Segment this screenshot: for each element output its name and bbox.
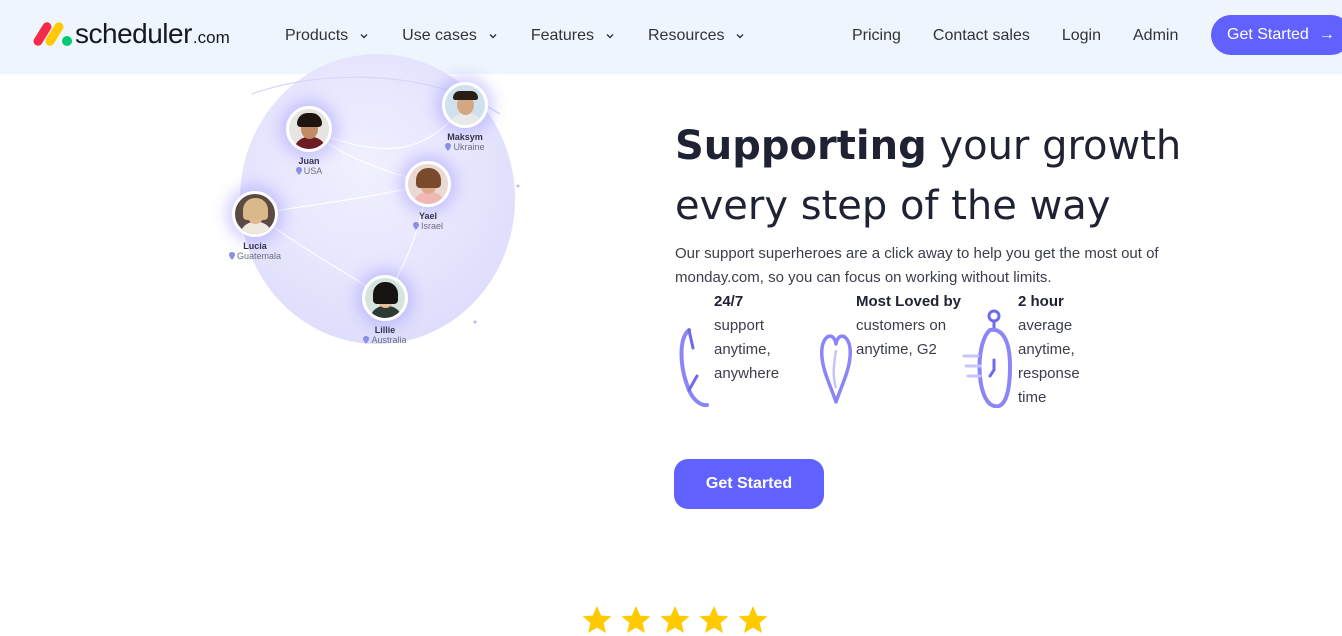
top-navbar: scheduler .com Products Use cases Featur… (0, 0, 1342, 74)
pricing-link[interactable]: Pricing (852, 24, 901, 48)
hero-heading-rest: your growth (926, 123, 1182, 169)
team-member-lucia: Lucia Guatemala (210, 191, 300, 261)
hero-get-started-button[interactable]: Get Started (674, 459, 824, 509)
team-member-lillie: Lillie Australia (340, 275, 430, 345)
brand-suffix: .com (192, 28, 230, 47)
nav-use-cases[interactable]: Use cases (402, 24, 497, 48)
phone-icon (679, 328, 709, 408)
avatar (442, 82, 488, 128)
feature-title: Most Loved by (856, 293, 962, 310)
location-pin-icon (445, 143, 452, 151)
chevron-down-icon (489, 34, 497, 39)
team-member-yael: Yael Israel (383, 161, 473, 231)
star-icon (582, 606, 612, 633)
nav-products[interactable]: Products (285, 24, 368, 48)
feature-text: 24/7 support anytime, anywhere (714, 290, 794, 386)
team-member-location: Australia (340, 335, 430, 345)
star-icon (699, 606, 729, 633)
location-pin-icon (412, 222, 419, 230)
heart-icon (820, 334, 852, 404)
hero-description: Our support superheroes are a click away… (675, 245, 1159, 286)
chevron-down-icon (360, 34, 368, 39)
feature-text: Most Loved by customers on anytime, G2 (856, 290, 964, 362)
team-member-location: USA (264, 166, 354, 176)
nav-resources-label: Resources (647, 27, 725, 44)
feature-desc: customers on anytime, G2 (856, 317, 947, 358)
team-member-juan: Juan USA (264, 106, 354, 176)
team-member-location: Israel (383, 221, 473, 231)
nav-get-started-button[interactable]: Get Started → (1211, 15, 1342, 55)
avatar (405, 161, 451, 207)
brand-logo[interactable]: scheduler .com (31, 17, 230, 51)
star-icon (660, 606, 690, 633)
location-pin-icon (228, 252, 235, 260)
nav-features-label: Features (530, 27, 594, 44)
logo-mark-icon (31, 19, 73, 49)
admin-link[interactable]: Admin (1133, 24, 1178, 48)
star-icon (738, 606, 768, 633)
arrow-right-icon: → (1318, 26, 1335, 43)
support-team-globe: Maksym Ukraine Juan USA Yael Israel Luci… (200, 54, 530, 364)
team-member-name: Lucia (243, 241, 267, 251)
location-pin-icon (295, 167, 302, 175)
team-member-name: Maksym (447, 132, 483, 142)
nav-use-cases-label: Use cases (402, 27, 477, 44)
star-icon (621, 606, 651, 633)
nav-menu: Products Use cases Features Resources (285, 24, 744, 48)
feature-title: 24/7 (714, 293, 744, 310)
avatar (286, 106, 332, 152)
contact-sales-link[interactable]: Contact sales (933, 24, 1030, 48)
team-member-maksym: Maksym Ukraine (420, 82, 510, 152)
nav-products-label: Products (285, 27, 349, 44)
feature-desc: average anytime, response time (1018, 317, 1080, 406)
avatar (362, 275, 408, 321)
feature-title: 2 hour (1018, 293, 1064, 310)
hero-heading-line2: every step of the way (675, 183, 1111, 229)
feature-desc: support anytime, anywhere (714, 317, 780, 382)
team-member-location: Ukraine (420, 142, 510, 152)
team-member-name: Yael (418, 211, 438, 221)
rating-stars (581, 604, 769, 636)
login-link[interactable]: Login (1062, 24, 1101, 48)
nav-features[interactable]: Features (531, 24, 614, 48)
location-pin-icon (363, 336, 370, 344)
avatar (232, 191, 278, 237)
chevron-down-icon (606, 34, 614, 39)
hero-heading: Supporting your growth every step of the… (675, 116, 1235, 236)
team-member-location: Guatemala (210, 251, 300, 261)
team-member-name: Juan (298, 156, 320, 166)
team-member-name: Lillie (374, 325, 396, 335)
feature-text: 2 hour average anytime, response time (1018, 290, 1098, 410)
nav-resources[interactable]: Resources (648, 24, 744, 48)
nav-get-started-label: Get Started (1227, 26, 1309, 43)
brand-name: scheduler (75, 18, 192, 49)
nav-right-links: Pricing Contact sales Login Admin (852, 24, 1178, 48)
stopwatch-icon (962, 309, 1013, 408)
chevron-down-icon (736, 34, 744, 39)
hero-heading-bold: Supporting (675, 123, 927, 169)
